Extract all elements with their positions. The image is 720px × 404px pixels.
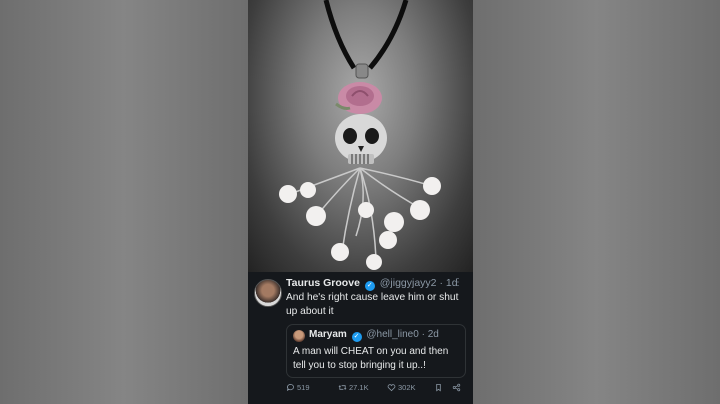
retweet-count: 27.1K: [349, 383, 369, 392]
retweet-icon: [338, 385, 347, 390]
retweet-button[interactable]: 27.1K: [338, 383, 369, 392]
bookmark-button[interactable]: [434, 383, 443, 392]
author-handle[interactable]: @jiggyjayy2: [380, 277, 437, 289]
quoted-text: A man will CHEAT on you and then tell yo…: [293, 346, 449, 371]
quoted-author-handle[interactable]: @hell_line0: [366, 329, 418, 340]
more-icon[interactable]: ⋮: [453, 277, 464, 288]
reply-button[interactable]: 519: [286, 383, 310, 392]
tweet-text: And he's right cause leave him or shut u…: [286, 292, 459, 317]
bookmark-icon: [436, 383, 441, 392]
like-count: 302K: [398, 383, 416, 392]
separator: ·: [439, 277, 443, 289]
reply-count: 519: [297, 383, 310, 392]
skull-pendant-photo: [248, 0, 473, 272]
tweet-card[interactable]: Taurus Groove ✓ @jiggyjayy2 · 1d ⋮ And h…: [248, 272, 473, 404]
short-video-frame[interactable]: Taurus Groove ✓ @jiggyjayy2 · 1d ⋮ And h…: [248, 0, 473, 404]
tweet-header: Taurus Groove ✓ @jiggyjayy2 · 1d ⋮: [286, 277, 468, 291]
right-backdrop: [473, 0, 720, 404]
verified-icon: ✓: [364, 281, 375, 291]
reply-icon: [286, 383, 294, 391]
author-name[interactable]: Taurus Groove: [286, 277, 360, 289]
verified-icon: ✓: [351, 332, 362, 342]
left-backdrop: [0, 0, 248, 404]
share-button[interactable]: [452, 383, 461, 392]
share-icon: [452, 383, 461, 392]
quoted-header: Maryam ✓ @hell_line0 · 2d: [309, 329, 439, 342]
like-icon: [387, 384, 396, 392]
quoted-age: 2d: [427, 329, 439, 340]
separator: ·: [421, 329, 425, 340]
quoted-avatar[interactable]: [293, 330, 305, 342]
quoted-tweet[interactable]: Maryam ✓ @hell_line0 · 2d A man will CHE…: [286, 324, 466, 378]
like-button[interactable]: 302K: [387, 383, 416, 392]
quoted-author-name[interactable]: Maryam: [309, 329, 347, 340]
action-bar: 519 27.1K 302K: [284, 383, 469, 397]
avatar[interactable]: [254, 279, 282, 307]
